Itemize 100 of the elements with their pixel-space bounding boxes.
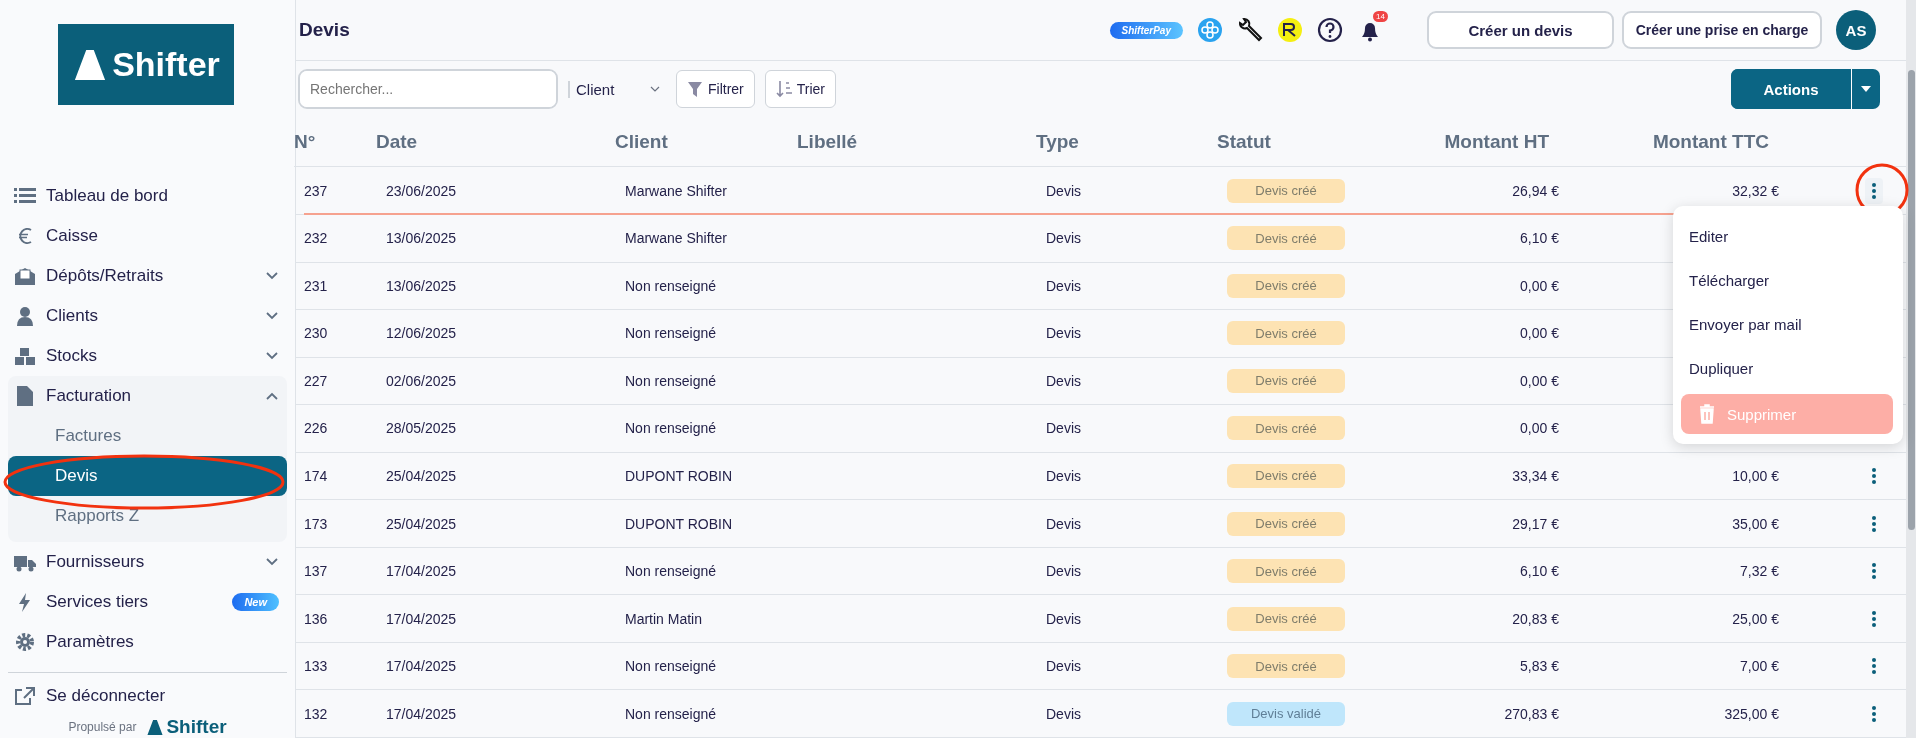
column-header: Client — [615, 130, 669, 153]
table-cell-text: Devis — [1046, 658, 1082, 675]
table-cell-text: Devis — [1046, 182, 1082, 199]
table-cell-text: Devis — [1046, 325, 1082, 342]
sidebar-item[interactable]: Tableau de bord — [8, 176, 287, 217]
table-cell-text: 25/04/2025 — [386, 515, 458, 532]
table-cell-text: 227 — [304, 372, 329, 389]
table-cell-text: Non renseigné — [625, 563, 718, 580]
table-cell-text: 230 — [304, 325, 329, 342]
sort-icon — [775, 80, 792, 99]
sidebar-item[interactable]: Paramètres — [8, 622, 287, 663]
user-avatar[interactable]: AS — [1836, 10, 1876, 51]
external-link-icon — [14, 685, 36, 706]
table-cell-text: 10,00 € — [1731, 467, 1780, 484]
sidebar-item[interactable]: Caisse — [8, 216, 287, 257]
menu-item[interactable]: Editer — [1681, 214, 1893, 258]
column-header: Date — [376, 130, 419, 153]
table-cell-text: 17/04/2025 — [386, 658, 458, 675]
table-cell-text: Non renseigné — [625, 372, 718, 389]
sidebar-item-label: Paramètres — [46, 632, 135, 653]
column-header: Type — [1036, 130, 1080, 153]
sidebar-item-label: Dépôts/Retraits — [46, 266, 165, 287]
table-cell-text: 29,17 € — [1511, 515, 1560, 532]
row-menu-button[interactable] — [1865, 177, 1883, 204]
table-cell-text: 17/04/2025 — [386, 705, 458, 722]
boxes-icon — [14, 346, 36, 367]
help-icon — [1317, 17, 1343, 44]
submenu-item[interactable]: Factures — [8, 416, 287, 457]
new-badge: New — [232, 593, 279, 612]
scrollbar[interactable] — [1906, 0, 1916, 738]
table-cell-text: Devis — [1046, 420, 1082, 437]
sidebar-item-label: Caisse — [46, 226, 99, 247]
sidebar-item[interactable]: Services tiers New — [8, 582, 287, 623]
status-label: Devis créé — [1227, 273, 1345, 298]
status-label: Devis créé — [1227, 559, 1345, 584]
table-cell-text: Non renseigné — [625, 705, 718, 722]
table-cell-text: Marwane Shifter — [625, 230, 728, 247]
table-cell-text: 137 — [304, 563, 329, 580]
column-header: Statut — [1217, 130, 1272, 153]
table-cell-text: 6,10 € — [1519, 563, 1560, 580]
header-button[interactable]: Créer une prise en charge — [1622, 11, 1822, 50]
table-cell-text: 0,00 € — [1519, 325, 1560, 342]
more-icon — [1871, 703, 1877, 724]
settings-icon — [14, 632, 36, 653]
dropdown-value: Client — [576, 80, 615, 98]
user-icon — [14, 306, 36, 327]
menu-item[interactable]: Envoyer par mail — [1681, 302, 1893, 346]
logout-label: Se déconnecter — [46, 685, 167, 706]
logout-link[interactable]: Se déconnecter — [8, 679, 287, 712]
table-cell-text: 226 — [304, 420, 329, 437]
table-cell-text: 0,00 € — [1519, 420, 1560, 437]
toolbar-button[interactable]: Trier — [764, 70, 837, 109]
sidebar-item[interactable]: Clients — [8, 296, 287, 337]
table-cell-text: 26,94 € — [1511, 182, 1560, 199]
table-cell-text: 7,00 € — [1739, 658, 1780, 675]
table-cell-text: 17/04/2025 — [386, 610, 458, 627]
table-cell-text: 231 — [304, 277, 329, 294]
submenu-item[interactable]: Devis — [8, 456, 287, 497]
table-cell-text: Devis — [1046, 563, 1082, 580]
logo-mark-icon — [146, 718, 165, 736]
table-cell-text: Non renseigné — [625, 325, 718, 342]
menu-item[interactable]: Dupliquer — [1681, 346, 1893, 390]
caret-icon — [1860, 85, 1872, 94]
sidebar-item-label: Stocks — [46, 346, 99, 367]
more-icon — [1871, 465, 1877, 486]
table-cell-text: Devis — [1046, 610, 1082, 627]
status-label: Devis créé — [1227, 654, 1345, 679]
table-cell-text: 02/06/2025 — [386, 372, 458, 389]
column-header: Montant HT — [1443, 130, 1550, 153]
table-cell-text: 5,83 € — [1519, 658, 1560, 675]
table-cell-text: 173 — [304, 515, 329, 532]
menu-item[interactable]: Télécharger — [1681, 258, 1893, 302]
table-cell-text: Devis — [1046, 515, 1082, 532]
table-cell-text: Devis — [1046, 372, 1082, 389]
table-cell-text: 133 — [304, 658, 329, 675]
table-cell-text: 237 — [304, 182, 329, 199]
toolbar-button[interactable]: Filtrer — [676, 70, 755, 109]
letter-r-icon — [1277, 17, 1303, 44]
filter-dropdown[interactable]: Client — [568, 80, 666, 98]
search-field[interactable]: Rechercher... — [298, 69, 558, 110]
sidebar-item[interactable]: Stocks — [8, 336, 287, 377]
sidebar-item-label: Clients — [46, 306, 99, 327]
more-icon — [1871, 180, 1877, 201]
sidebar-item[interactable]: Fournisseurs — [8, 542, 287, 583]
more-icon — [1871, 561, 1877, 582]
filter-icon — [687, 80, 703, 99]
file-icon — [14, 386, 36, 407]
sidebar-item[interactable]: Dépôts/Retraits — [8, 256, 287, 297]
sidebar-item-label: Facturation — [46, 386, 133, 407]
table-cell-text: 270,83 € — [1503, 705, 1560, 722]
header-button[interactable]: Créer un devis — [1427, 11, 1614, 50]
status-label: Devis créé — [1227, 416, 1345, 441]
sidebar-item[interactable]: Facturation — [8, 376, 287, 417]
table-cell-text: 28/05/2025 — [386, 420, 458, 437]
column-header: Libellé — [797, 130, 859, 153]
table-cell-text: 132 — [304, 705, 329, 722]
status-label: Devis créé — [1227, 368, 1345, 393]
status-label: Devis validé — [1227, 701, 1345, 726]
submenu-item[interactable]: Rapports Z — [8, 496, 287, 537]
table-cell-text: 13/06/2025 — [386, 277, 458, 294]
